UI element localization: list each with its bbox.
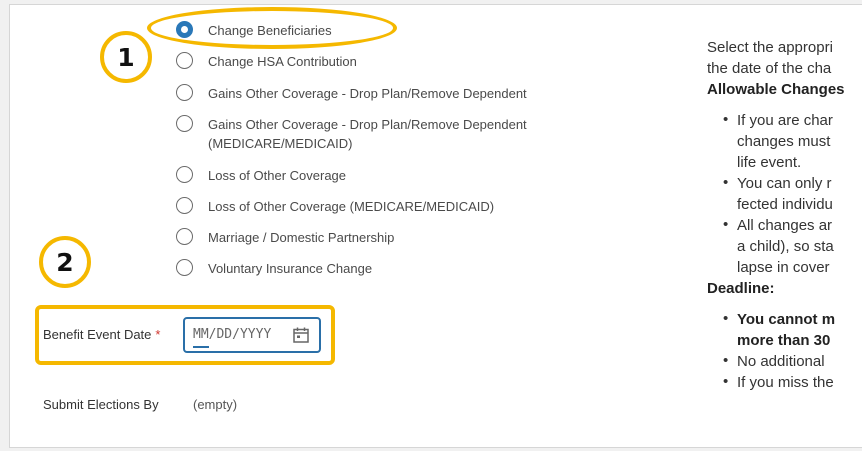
bullet-2-line-1: You can only r	[737, 175, 832, 192]
bullet-2-line-2: fected individu	[737, 196, 833, 213]
submit-elections-by-label: Submit Elections By	[43, 397, 159, 412]
deadline-bullet-1-line-2: more than 30	[737, 332, 831, 349]
bullet-dot: •	[723, 352, 729, 369]
required-mark: *	[155, 327, 161, 342]
option-change-hsa-contribution[interactable]: Change HSA Contribution	[176, 52, 357, 71]
deadline-bullet-2-line-1: No additional	[737, 353, 825, 370]
calendar-icon[interactable]	[292, 326, 310, 344]
intro-line-2: the date of the cha	[707, 60, 832, 77]
radio[interactable]	[176, 166, 193, 183]
step-badge-1: 1	[100, 31, 152, 83]
bullet-1-line-1: If you are char	[737, 112, 833, 129]
option-label: Voluntary Insurance Change	[208, 261, 373, 276]
bullet-dot: •	[723, 310, 729, 327]
option-label: Loss of Other Coverage (MEDICARE/MEDICAI…	[208, 199, 495, 214]
bullet-1-line-3: life event.	[737, 154, 802, 171]
deadline-bullet-1-line-1: You cannot m	[737, 311, 836, 328]
radio[interactable]	[176, 84, 193, 101]
radio[interactable]	[176, 259, 193, 276]
highlight-ellipse	[147, 7, 397, 49]
radio[interactable]	[176, 228, 193, 245]
option-voluntary-insurance-change[interactable]: Voluntary Insurance Change	[176, 259, 372, 278]
option-label: Gains Other Coverage - Drop Plan/Remove …	[208, 115, 527, 153]
option-label-line2: (MEDICARE/MEDICAID)	[208, 136, 353, 151]
radio[interactable]	[176, 197, 193, 214]
month-segment-indicator	[193, 346, 209, 348]
deadline-heading: Deadline:	[707, 280, 775, 297]
option-label-line1: Gains Other Coverage - Drop Plan/Remove …	[208, 117, 527, 132]
bullet-dot: •	[723, 373, 729, 390]
allowable-changes-heading: Allowable Changes	[707, 81, 845, 98]
benefit-event-date-input[interactable]: MM/DD/YYYY	[183, 317, 321, 353]
option-label: Gains Other Coverage - Drop Plan/Remove …	[208, 86, 527, 101]
life-event-panel: Change Beneficiaries Change HSA Contribu…	[9, 4, 862, 448]
deadline-bullet-3-line-1: If you miss the	[737, 374, 834, 391]
option-label: Marriage / Domestic Partnership	[208, 230, 395, 245]
option-loss-of-other-coverage[interactable]: Loss of Other Coverage	[176, 166, 346, 185]
radio[interactable]	[176, 52, 193, 69]
bullet-3-line-3: lapse in cover	[737, 259, 830, 276]
option-marriage-domestic-partnership[interactable]: Marriage / Domestic Partnership	[176, 228, 394, 247]
option-gains-other-coverage[interactable]: Gains Other Coverage - Drop Plan/Remove …	[176, 84, 527, 103]
bullet-1-line-2: changes must	[737, 133, 831, 150]
bullet-3-line-1: All changes ar	[737, 217, 833, 234]
step-badge-2: 2	[39, 236, 91, 288]
field-label-text: Benefit Event Date	[43, 327, 152, 342]
date-placeholder: MM/DD/YYYY	[193, 327, 272, 342]
bullet-3-line-2: a child), so sta	[737, 238, 834, 255]
option-gains-other-coverage-medicare[interactable]: Gains Other Coverage - Drop Plan/Remove …	[176, 115, 527, 153]
radio[interactable]	[176, 115, 193, 132]
bullet-dot: •	[723, 174, 729, 191]
option-label: Change HSA Contribution	[208, 54, 357, 69]
benefit-event-date-label: Benefit Event Date *	[43, 327, 160, 342]
intro-line-1: Select the appropri	[707, 39, 833, 56]
submit-elections-by-value: (empty)	[193, 397, 238, 412]
option-label: Loss of Other Coverage	[208, 168, 347, 183]
option-loss-of-other-coverage-medicare[interactable]: Loss of Other Coverage (MEDICARE/MEDICAI…	[176, 197, 494, 216]
bullet-dot: •	[723, 216, 729, 233]
bullet-dot: •	[723, 111, 729, 128]
